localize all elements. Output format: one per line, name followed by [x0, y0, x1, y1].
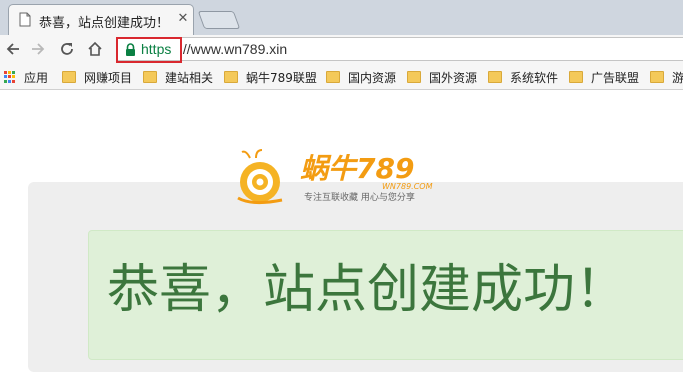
snail-icon	[237, 149, 283, 205]
reload-button[interactable]	[56, 38, 78, 60]
folder-icon	[407, 71, 421, 83]
folder-icon	[569, 71, 583, 83]
bookmark-label: 网赚项目	[84, 70, 133, 85]
close-tab-icon[interactable]: ✕	[176, 12, 190, 26]
tab-title: 恭喜，站点创建成功！	[39, 16, 170, 31]
bookmark-folder[interactable]: 蜗牛789联盟	[224, 68, 317, 86]
back-button[interactable]	[2, 38, 24, 60]
folder-icon	[62, 71, 76, 83]
success-alert: 恭喜，站点创建成功！	[88, 230, 683, 360]
bookmark-folder[interactable]: 国内资源	[326, 68, 396, 86]
success-heading: 恭喜，站点创建成功！	[107, 260, 628, 320]
apps-shortcut[interactable]: 应用	[4, 68, 48, 86]
bookmark-folder[interactable]: 广告联盟	[569, 68, 639, 86]
bookmark-label: 广告联盟	[591, 70, 640, 85]
bookmark-folder[interactable]: 游	[650, 68, 683, 86]
home-button[interactable]	[84, 38, 106, 60]
reload-icon	[61, 43, 73, 55]
logo-domain: WN789.COM	[382, 182, 433, 191]
forward-arrow-icon	[32, 43, 45, 55]
new-tab-button[interactable]	[197, 11, 241, 29]
logo-title: 蜗牛789	[300, 152, 414, 185]
bookmark-folder[interactable]: 建站相关	[143, 68, 213, 86]
folder-icon	[326, 71, 340, 83]
bookmark-folder[interactable]: 网赚项目	[62, 68, 132, 86]
apps-grid-icon	[4, 71, 16, 83]
browser-toolbar: https ://www.wn789.xin	[0, 35, 683, 64]
forward-button[interactable]	[27, 38, 49, 60]
logo-slogan: 专注互联收藏 用心与您分享	[304, 191, 415, 203]
browser-tab[interactable]: 恭喜，站点创建成功！ ✕	[8, 4, 194, 35]
folder-icon	[650, 71, 664, 83]
https-highlight-box	[116, 37, 182, 63]
bookmark-folder[interactable]: 国外资源	[407, 68, 477, 86]
apps-label: 应用	[24, 70, 49, 85]
home-icon	[88, 41, 102, 56]
page-content: 蜗牛789 WN789.COM 专注互联收藏 用心与您分享 恭喜，站点创建成功！	[0, 90, 683, 372]
url-text: ://www.wn789.xin	[179, 41, 288, 57]
tab-strip: 恭喜，站点创建成功！ ✕	[0, 0, 683, 35]
bookmark-label: 国内资源	[348, 70, 397, 85]
address-bar[interactable]: https ://www.wn789.xin	[116, 37, 683, 61]
bookmark-label: 国外资源	[429, 70, 478, 85]
bookmark-label: 蜗牛789联盟	[246, 70, 317, 85]
bookmark-label: 系统软件	[510, 70, 559, 85]
bookmark-label: 游	[672, 70, 683, 85]
folder-icon	[224, 71, 238, 83]
back-arrow-icon	[6, 43, 19, 55]
folder-icon	[143, 71, 157, 83]
document-icon	[19, 12, 31, 27]
bookmark-folder[interactable]: 系统软件	[488, 68, 558, 86]
folder-icon	[488, 71, 502, 83]
bookmark-label: 建站相关	[165, 70, 214, 85]
bookmarks-bar: 应用 网赚项目 建站相关 蜗牛789联盟 国内资源 国外资源 系统软件 广告联盟…	[0, 64, 683, 90]
site-logo: 蜗牛789 WN789.COM 专注互联收藏 用心与您分享	[237, 149, 433, 205]
